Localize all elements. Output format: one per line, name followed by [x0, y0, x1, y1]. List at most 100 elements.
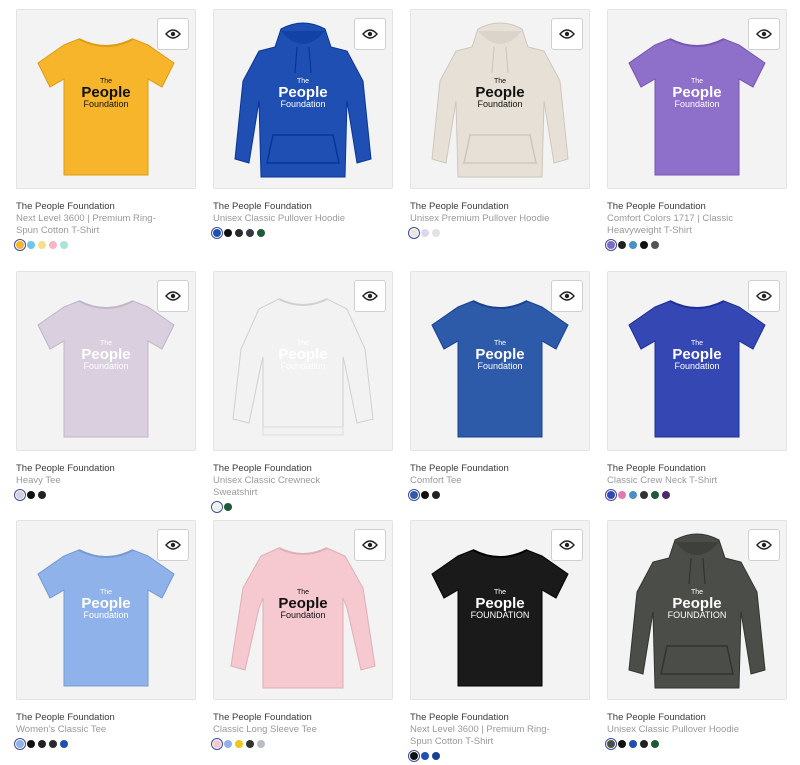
- color-swatch[interactable]: [235, 229, 243, 237]
- color-swatch[interactable]: [27, 241, 35, 249]
- color-swatch[interactable]: [629, 740, 637, 748]
- product-title[interactable]: The People Foundation: [16, 201, 196, 213]
- product-card[interactable]: The People Foundation The People Foundat…: [410, 9, 590, 237]
- product-image[interactable]: The People Foundation: [16, 271, 196, 451]
- color-swatch[interactable]: [640, 241, 648, 249]
- color-swatch[interactable]: [432, 491, 440, 499]
- color-swatch[interactable]: [38, 740, 46, 748]
- color-swatch[interactable]: [224, 229, 232, 237]
- product-card[interactable]: The People Foundation The People Foundat…: [410, 271, 590, 499]
- color-swatch[interactable]: [410, 491, 418, 499]
- color-swatch[interactable]: [16, 241, 24, 249]
- color-swatch[interactable]: [16, 491, 24, 499]
- color-swatch[interactable]: [257, 229, 265, 237]
- color-swatch[interactable]: [60, 740, 68, 748]
- product-card[interactable]: The People Foundation The People Foundat…: [213, 9, 393, 237]
- quick-view-button[interactable]: [157, 529, 189, 561]
- product-image[interactable]: The People Foundation: [410, 271, 590, 451]
- color-swatch[interactable]: [38, 241, 46, 249]
- quick-view-button[interactable]: [748, 18, 780, 50]
- product-card[interactable]: The People Foundation The People Foundat…: [213, 520, 393, 748]
- color-swatch[interactable]: [246, 229, 254, 237]
- color-swatch[interactable]: [213, 503, 221, 511]
- color-swatch[interactable]: [640, 740, 648, 748]
- product-image[interactable]: The People Foundation: [16, 520, 196, 700]
- color-swatch[interactable]: [432, 229, 440, 237]
- color-swatch[interactable]: [618, 491, 626, 499]
- color-swatch[interactable]: [49, 241, 57, 249]
- color-swatch[interactable]: [27, 491, 35, 499]
- product-title[interactable]: The People Foundation: [213, 463, 393, 475]
- product-title[interactable]: The People Foundation: [607, 712, 787, 724]
- quick-view-button[interactable]: [354, 529, 386, 561]
- product-image[interactable]: The People FOUNDATION: [410, 520, 590, 700]
- color-swatch[interactable]: [246, 740, 254, 748]
- color-swatch[interactable]: [235, 740, 243, 748]
- color-swatch[interactable]: [213, 740, 221, 748]
- product-title[interactable]: The People Foundation: [410, 201, 590, 213]
- quick-view-button[interactable]: [157, 280, 189, 312]
- color-swatch[interactable]: [618, 241, 626, 249]
- color-swatch[interactable]: [421, 229, 429, 237]
- product-title[interactable]: The People Foundation: [607, 201, 787, 213]
- color-swatch[interactable]: [651, 491, 659, 499]
- quick-view-button[interactable]: [354, 280, 386, 312]
- product-title[interactable]: The People Foundation: [410, 463, 590, 475]
- product-image[interactable]: The People Foundation: [213, 520, 393, 700]
- product-image[interactable]: The People Foundation: [213, 271, 393, 451]
- color-swatch[interactable]: [27, 740, 35, 748]
- color-swatch[interactable]: [421, 491, 429, 499]
- color-swatch[interactable]: [607, 740, 615, 748]
- product-image[interactable]: The People Foundation: [16, 9, 196, 189]
- product-title[interactable]: The People Foundation: [16, 712, 196, 724]
- color-swatch[interactable]: [16, 740, 24, 748]
- product-card[interactable]: The People Foundation The People Foundat…: [16, 520, 196, 748]
- color-swatch[interactable]: [651, 241, 659, 249]
- product-card[interactable]: The People FOUNDATION The People Foundat…: [607, 520, 787, 748]
- product-image[interactable]: The People Foundation: [410, 9, 590, 189]
- color-swatch[interactable]: [629, 491, 637, 499]
- product-card[interactable]: The People Foundation The People Foundat…: [213, 271, 393, 511]
- quick-view-button[interactable]: [748, 529, 780, 561]
- color-swatch[interactable]: [651, 740, 659, 748]
- color-swatch[interactable]: [224, 503, 232, 511]
- quick-view-button[interactable]: [748, 280, 780, 312]
- color-swatch[interactable]: [421, 752, 429, 760]
- quick-view-button[interactable]: [551, 280, 583, 312]
- color-swatch[interactable]: [60, 241, 68, 249]
- color-swatch[interactable]: [213, 229, 221, 237]
- eye-icon: [362, 540, 378, 550]
- quick-view-button[interactable]: [551, 18, 583, 50]
- product-title[interactable]: The People Foundation: [410, 712, 590, 724]
- product-image[interactable]: The People Foundation: [213, 9, 393, 189]
- product-image[interactable]: The People Foundation: [607, 271, 787, 451]
- color-swatch[interactable]: [49, 740, 57, 748]
- color-swatches: [410, 491, 590, 499]
- color-swatch[interactable]: [607, 491, 615, 499]
- color-swatch[interactable]: [432, 752, 440, 760]
- color-swatch[interactable]: [618, 740, 626, 748]
- quick-view-button[interactable]: [157, 18, 189, 50]
- product-title[interactable]: The People Foundation: [213, 712, 393, 724]
- color-swatch[interactable]: [224, 740, 232, 748]
- color-swatch[interactable]: [640, 491, 648, 499]
- color-swatch[interactable]: [662, 491, 670, 499]
- product-card[interactable]: The People FOUNDATION The People Foundat…: [410, 520, 590, 760]
- product-title[interactable]: The People Foundation: [213, 201, 393, 213]
- product-card[interactable]: The People Foundation The People Foundat…: [16, 9, 196, 249]
- product-card[interactable]: The People Foundation The People Foundat…: [607, 271, 787, 499]
- color-swatch[interactable]: [38, 491, 46, 499]
- quick-view-button[interactable]: [551, 529, 583, 561]
- product-title[interactable]: The People Foundation: [16, 463, 196, 475]
- product-title[interactable]: The People Foundation: [607, 463, 787, 475]
- product-card[interactable]: The People Foundation The People Foundat…: [607, 9, 787, 249]
- color-swatch[interactable]: [629, 241, 637, 249]
- product-card[interactable]: The People Foundation The People Foundat…: [16, 271, 196, 499]
- product-image[interactable]: The People FOUNDATION: [607, 520, 787, 700]
- quick-view-button[interactable]: [354, 18, 386, 50]
- color-swatch[interactable]: [410, 752, 418, 760]
- color-swatch[interactable]: [410, 229, 418, 237]
- color-swatch[interactable]: [257, 740, 265, 748]
- product-image[interactable]: The People Foundation: [607, 9, 787, 189]
- color-swatch[interactable]: [607, 241, 615, 249]
